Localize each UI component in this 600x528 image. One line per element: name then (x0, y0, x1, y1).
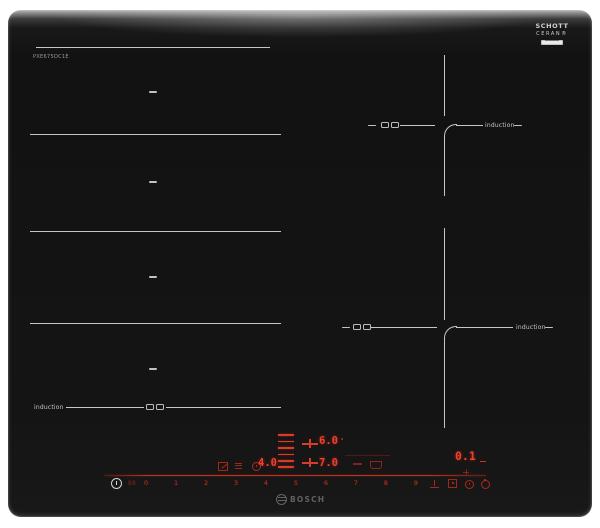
slider-dot (190, 479, 192, 487)
zone-line-right (456, 326, 513, 328)
slider-key-4[interactable]: 4 (264, 479, 268, 487)
pan-center-mark (149, 91, 157, 93)
display-dot (341, 438, 343, 440)
slider-key-7[interactable]: 7 (354, 479, 358, 487)
zone-dash (514, 124, 522, 127)
slider-dot (250, 479, 252, 487)
dash-icon (353, 463, 362, 465)
slider-dot (310, 479, 312, 487)
flex-bridge-icon (353, 324, 371, 330)
rear-level-display: 6.0 (319, 435, 338, 447)
induction-label-left: induction (34, 404, 64, 411)
direct-select-slider[interactable]: 0 1 2 3 4 5 6 7 8 9 (144, 479, 418, 487)
move-level-ladder (278, 447, 294, 449)
bosch-logo-text: BOSCH (290, 495, 326, 504)
zone-line-left (371, 326, 437, 328)
product-photo: PXE675DC1E SCHOTT CERAN® induction induc… (0, 0, 600, 528)
move-level-ladder (278, 440, 294, 443)
model-label: PXE675DC1E (33, 54, 69, 60)
slider-dot (160, 479, 162, 487)
zone-cross-vertical-top (444, 228, 446, 320)
zone-dash (368, 124, 376, 127)
pan-center-mark (149, 368, 157, 370)
flex-bridge-icon (381, 122, 399, 128)
timer-display: 4.0 (258, 457, 277, 469)
slider-key-6[interactable]: 6 (324, 479, 328, 487)
flex-zone-line-3 (30, 231, 281, 233)
power-icon[interactable] (111, 478, 122, 489)
zone-select-indicator: 88 (128, 480, 137, 487)
pan-position-cross (302, 439, 318, 448)
bosch-anchor-icon (276, 494, 287, 505)
menu-icon[interactable] (235, 463, 242, 470)
slider-dot (370, 479, 372, 487)
flex-zone-line-1 (36, 47, 270, 49)
slider-key-1[interactable]: 1 (174, 479, 178, 487)
move-level-ladder (278, 434, 294, 436)
pan-center-mark (149, 276, 157, 278)
zone-cross-vertical-bottom (444, 338, 446, 428)
pan-center-mark (149, 181, 157, 183)
cooktop-glass-surface: PXE675DC1E SCHOTT CERAN® induction induc… (8, 10, 592, 517)
slider-dot (400, 479, 402, 487)
front-level-display: 7.0 (319, 457, 338, 469)
flex-zone-line-2 (30, 134, 281, 136)
zone-cross-vertical-top (444, 55, 446, 116)
zone-dash (545, 326, 553, 329)
dim-indicator-line (345, 455, 390, 456)
slider-key-0[interactable]: 0 (144, 479, 148, 487)
zone-corner-curve (444, 326, 457, 339)
flex-zone-line-5 (66, 407, 144, 409)
panel-separator-line (104, 474, 486, 477)
zone-line-right (456, 124, 483, 126)
induction-label-right-top: induction (485, 121, 515, 129)
zone-dash (342, 326, 350, 329)
zone-corner-curve (444, 124, 457, 137)
slider-key-8[interactable]: 8 (384, 479, 388, 487)
zone-line-left (400, 124, 435, 126)
move-level-ladder (278, 453, 294, 456)
pan-icon (370, 461, 382, 469)
right-zone-display: 0.1 (455, 449, 476, 463)
slider-key-2[interactable]: 2 (204, 479, 208, 487)
schott-ceran-logo: SCHOTT CERAN® (532, 22, 572, 45)
flex-zone-line-5b (166, 407, 281, 409)
clock-icon[interactable] (465, 480, 474, 489)
flex-zone-line-4 (30, 323, 281, 325)
zone-cross-vertical-bottom (444, 136, 446, 196)
slider-dot (340, 479, 342, 487)
bosch-logo: BOSCH (276, 494, 325, 505)
slider-key-3[interactable]: 3 (234, 479, 238, 487)
slider-dot (280, 479, 282, 487)
schott-logo-line2: CERAN® (536, 31, 568, 37)
induction-label-right-bottom: induction (516, 323, 546, 331)
lock-icon[interactable] (448, 479, 457, 488)
move-level-ladder (278, 460, 294, 462)
slider-dot (220, 479, 222, 487)
display-dash (480, 460, 486, 463)
cleaning-wiper-icon[interactable] (218, 462, 229, 471)
pan-position-cross (302, 458, 318, 467)
slider-key-5[interactable]: 5 (294, 479, 298, 487)
slider-key-9[interactable]: 9 (414, 479, 418, 487)
schott-logo-line1: SCHOTT (535, 22, 569, 30)
kitchen-timer-icon[interactable] (481, 479, 490, 489)
move-level-ladder (278, 466, 294, 468)
flex-bridge-icon (146, 404, 164, 410)
schott-badge (541, 40, 563, 45)
keep-warm-icon[interactable] (430, 480, 439, 488)
